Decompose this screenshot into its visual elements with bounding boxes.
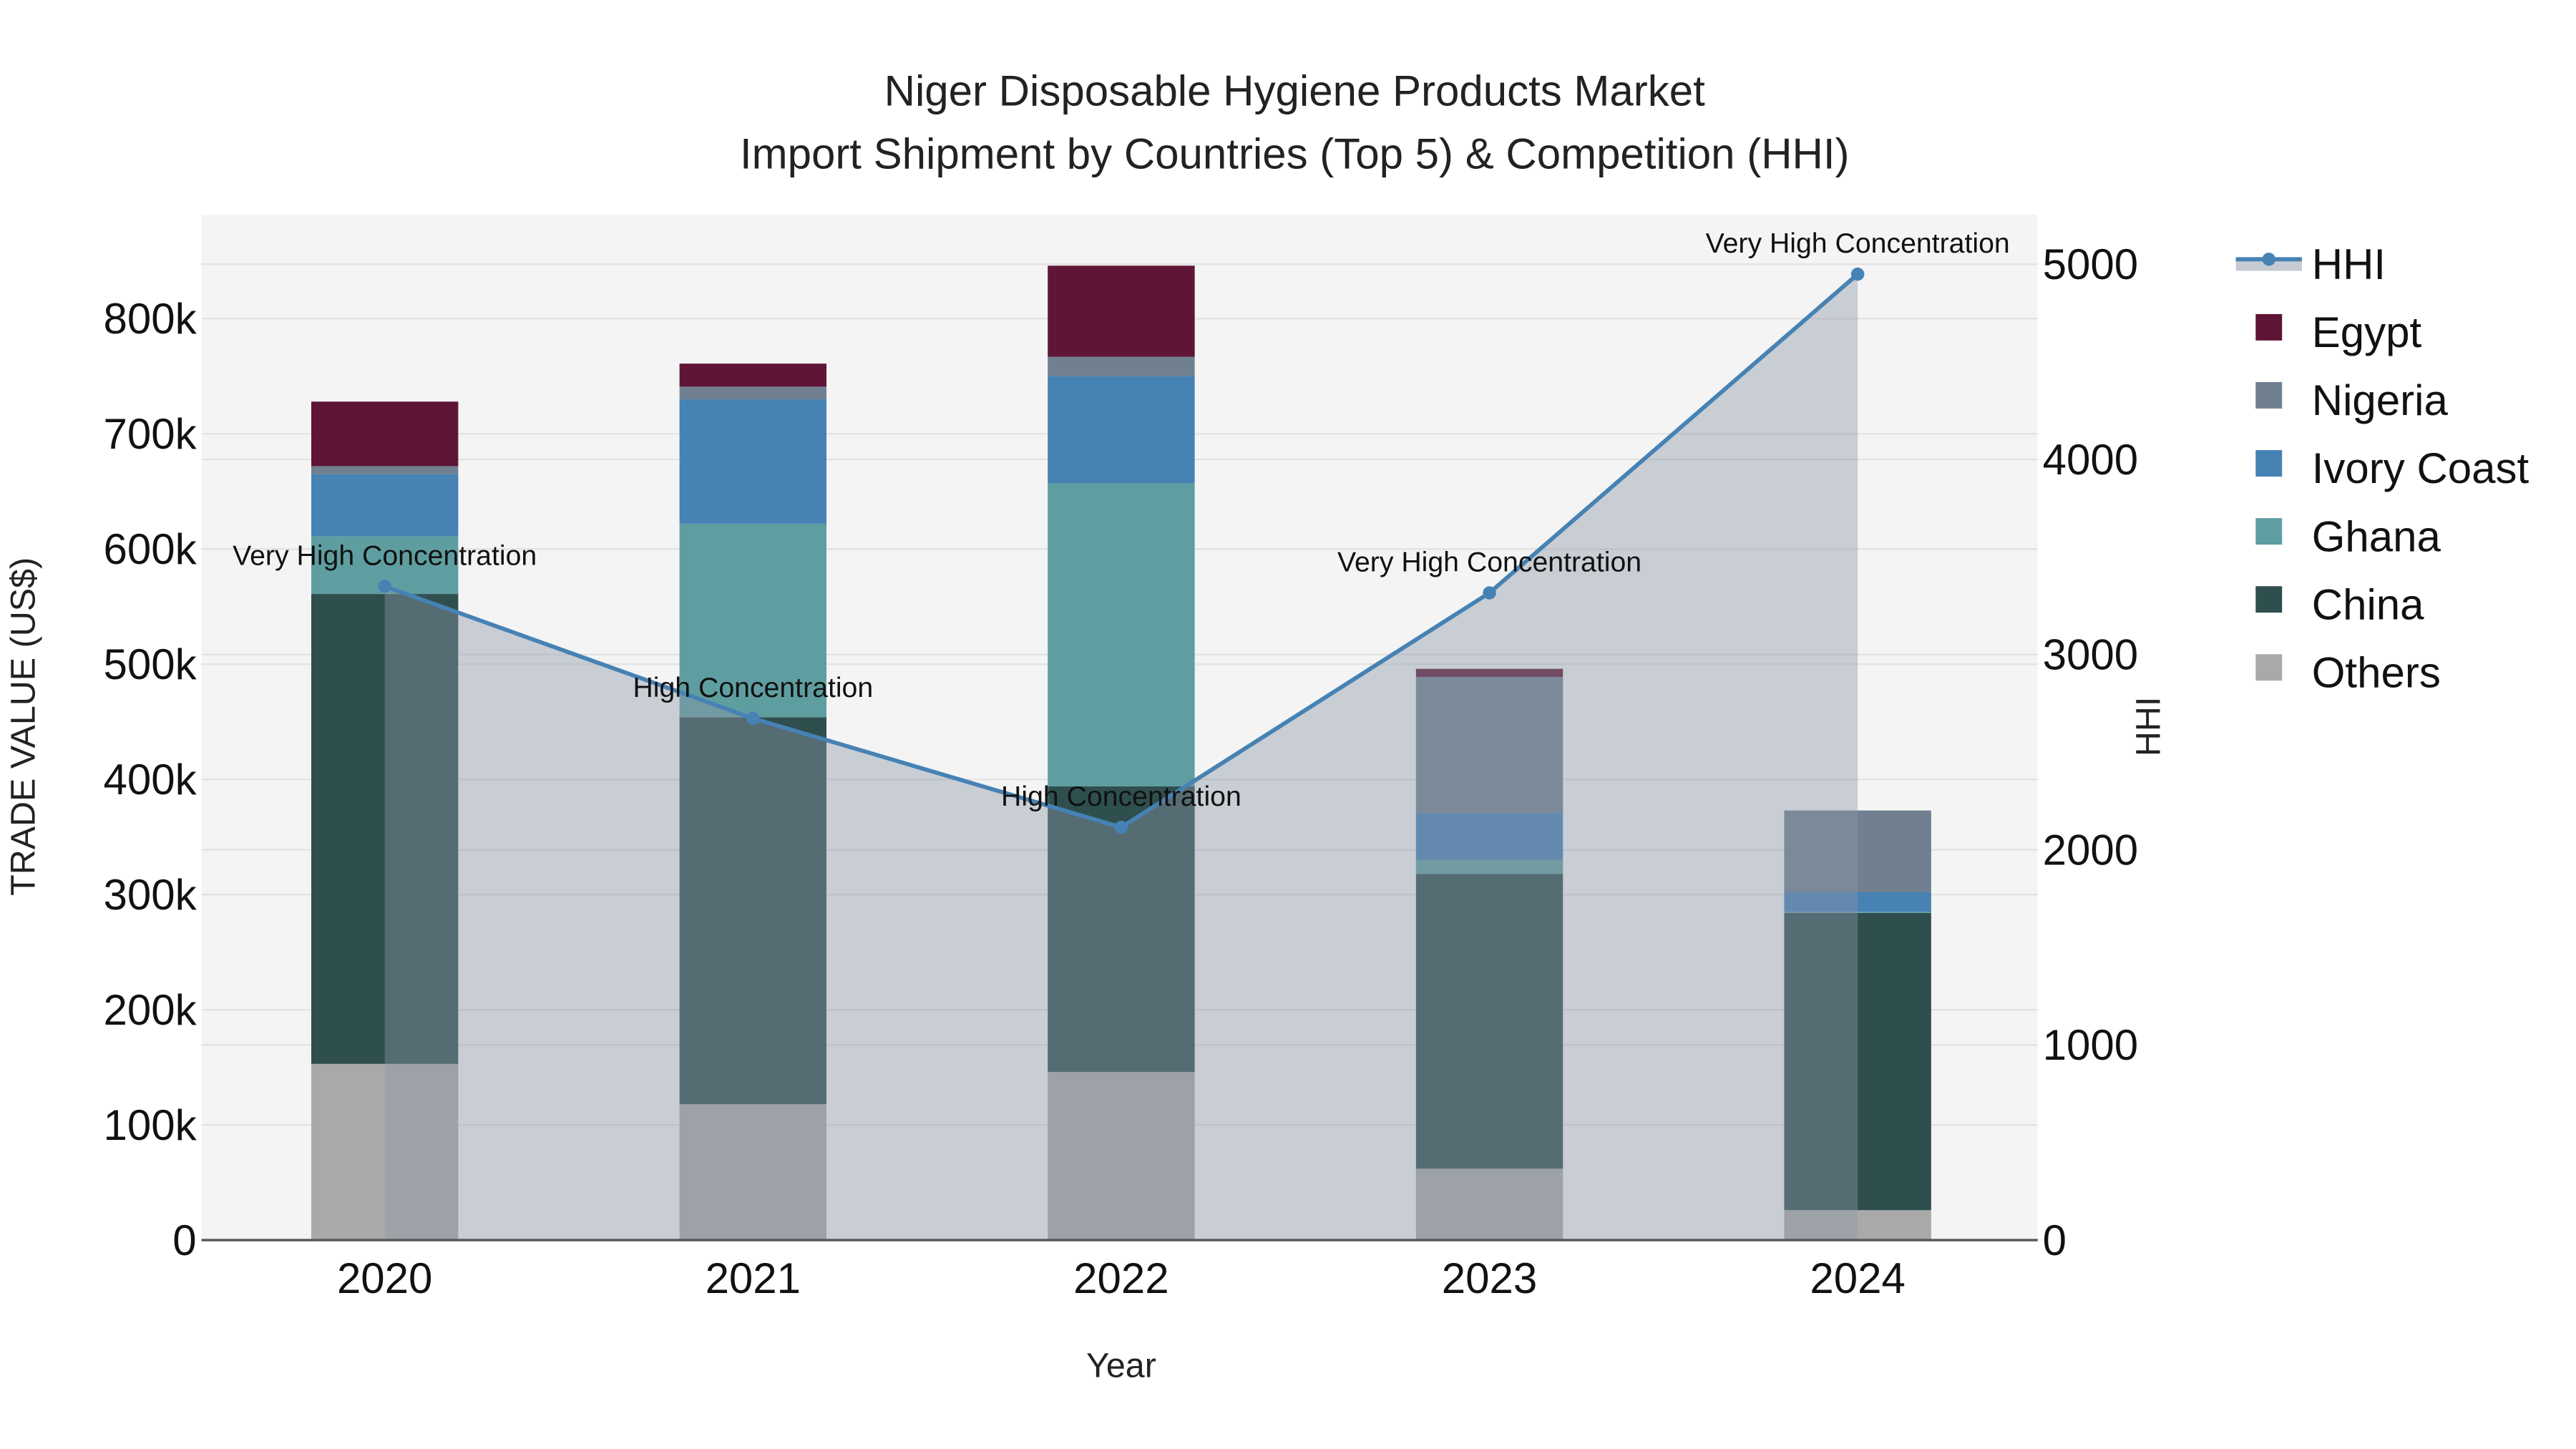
chart-title-line2: Import Shipment by Countries (Top 5) & C… — [740, 130, 1850, 177]
x-tick-label: 2024 — [1810, 1254, 1905, 1302]
y2-tick-label: 2000 — [2043, 826, 2138, 874]
legend-label: China — [2312, 580, 2424, 628]
y2-tick-label: 0 — [2043, 1216, 2067, 1264]
bar-ghana — [1048, 483, 1195, 786]
legend-swatch-egypt — [2255, 313, 2283, 341]
bar-egypt — [311, 401, 459, 467]
legend-hhi-marker — [2262, 253, 2275, 266]
hhi-point — [1114, 820, 1128, 834]
legend-label: Ivory Coast — [2312, 444, 2529, 492]
legend-label: Others — [2312, 648, 2441, 696]
hhi-point — [1850, 267, 1865, 281]
y-tick-label: 100k — [104, 1101, 197, 1149]
x-tick-label: 2020 — [337, 1254, 432, 1302]
y-tick-label: 500k — [104, 640, 197, 688]
y-tick-label: 700k — [104, 410, 197, 458]
hhi-annotation: Very High Concentration — [233, 540, 537, 571]
legend-label: HHI — [2312, 240, 2386, 288]
y2-tick-label: 5000 — [2043, 240, 2138, 288]
y2-tick-label: 1000 — [2043, 1021, 2138, 1069]
legend-swatch-others — [2255, 654, 2283, 681]
legend-swatch-ivory-coast — [2255, 450, 2283, 477]
x-tick-label: 2023 — [1442, 1254, 1537, 1302]
chart: Very High Concentration High Concentratio… — [4, 67, 2529, 1385]
legend: HHI Egypt Nigeria Ivory Coast Ghana China Othe… — [2235, 240, 2529, 696]
x-tick-label: 2022 — [1073, 1254, 1169, 1302]
legend-swatch-nigeria — [2255, 382, 2283, 409]
hhi-point — [1483, 586, 1496, 600]
y-tick-label: 200k — [104, 986, 197, 1034]
hhi-point — [746, 711, 760, 726]
hhi-annotation: Very High Concentration — [1706, 228, 2010, 259]
y-tick-label: 600k — [104, 525, 197, 573]
y2-tick-label: 3000 — [2043, 631, 2138, 679]
x-axis-label: Year — [1086, 1347, 1156, 1385]
x-axis-ticks: 2020 2021 2022 2023 2024 — [337, 1254, 1906, 1302]
y-tick-label: 800k — [104, 295, 197, 343]
x-tick-label: 2021 — [706, 1254, 801, 1302]
chart-title-line1: Niger Disposable Hygiene Products Market — [884, 67, 1706, 115]
bar-ivory-coast — [679, 399, 826, 524]
y2-axis-label: HHI — [2129, 697, 2167, 756]
y-axis-ticks: 0 100k 200k 300k 400k 500k 600k 700k 800k — [104, 295, 197, 1264]
bar-nigeria — [679, 386, 826, 400]
y-axis-label: TRADE VALUE (US$) — [4, 557, 42, 896]
legend-label: Ghana — [2312, 512, 2441, 560]
legend-swatch-china — [2255, 586, 2283, 613]
hhi-annotation: High Concentration — [633, 672, 873, 703]
bar-nigeria — [1048, 356, 1195, 376]
legend-label: Nigeria — [2312, 376, 2449, 424]
bar-nigeria — [311, 466, 459, 474]
y-tick-label: 300k — [104, 871, 197, 919]
bar-egypt — [679, 364, 826, 387]
legend-swatch-ghana — [2255, 518, 2283, 545]
y2-tick-label: 4000 — [2043, 436, 2138, 484]
legend-label: Egypt — [2312, 308, 2422, 356]
bar-egypt — [1048, 265, 1195, 357]
bar-ivory-coast — [311, 474, 459, 537]
y-tick-label: 400k — [104, 756, 197, 804]
y2-axis-ticks: 0 1000 2000 3000 4000 5000 — [2043, 240, 2138, 1264]
y-tick-label: 0 — [172, 1216, 196, 1264]
bar-ivory-coast — [1048, 376, 1195, 484]
hhi-point — [378, 580, 391, 593]
hhi-annotation: High Concentration — [1001, 781, 1241, 812]
hhi-annotation: Very High Concentration — [1337, 547, 1641, 578]
